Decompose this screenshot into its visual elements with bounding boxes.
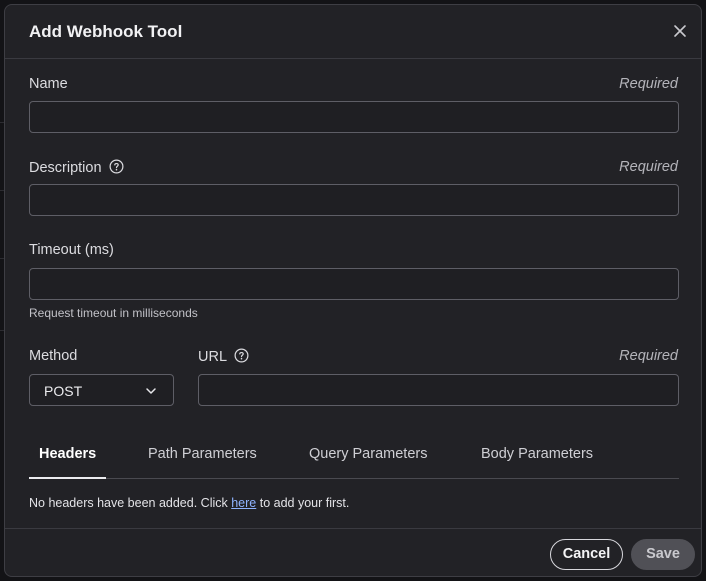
dialog-header: Add Webhook Tool xyxy=(5,5,701,59)
description-input[interactable] xyxy=(29,184,679,216)
url-input[interactable] xyxy=(198,374,679,406)
dialog-title: Add Webhook Tool xyxy=(29,22,183,41)
url-required: Required xyxy=(619,348,678,364)
timeout-label: Timeout (ms) xyxy=(29,242,114,258)
url-label: URL xyxy=(198,349,228,365)
tab-query-parameters[interactable]: Query Parameters xyxy=(309,446,427,462)
headers-empty-text: No headers have been added. Click xyxy=(29,496,232,510)
chevron-down-icon xyxy=(146,388,156,394)
help-circle-icon[interactable] xyxy=(109,159,124,174)
method-select-value: POST xyxy=(44,383,83,399)
active-tab-indicator xyxy=(29,477,106,479)
description-label-group: Description xyxy=(29,159,124,176)
headers-empty-message: No headers have been added. Click here t… xyxy=(29,496,349,510)
help-circle-icon[interactable] xyxy=(234,348,249,363)
headers-empty-text-end: to add your first. xyxy=(256,496,350,510)
close-button[interactable] xyxy=(670,21,690,41)
description-label: Description xyxy=(29,160,102,176)
name-input[interactable] xyxy=(29,101,679,133)
save-button[interactable]: Save xyxy=(631,539,695,570)
tab-body-parameters[interactable]: Body Parameters xyxy=(481,446,593,462)
name-required: Required xyxy=(619,76,678,92)
timeout-hint: Request timeout in milliseconds xyxy=(29,306,198,320)
method-label: Method xyxy=(29,348,78,364)
parameters-tabs: Headers Path Parameters Query Parameters… xyxy=(29,433,679,479)
tab-path-parameters[interactable]: Path Parameters xyxy=(148,446,257,462)
cancel-button[interactable]: Cancel xyxy=(550,539,623,570)
close-icon xyxy=(674,25,686,37)
dialog-footer: Cancel Save xyxy=(5,528,701,578)
description-required: Required xyxy=(619,159,678,175)
url-label-group: URL xyxy=(198,348,249,365)
add-header-link[interactable]: here xyxy=(231,496,256,510)
method-select[interactable]: POST xyxy=(29,374,174,406)
timeout-input[interactable] xyxy=(29,268,679,300)
add-webhook-tool-dialog: Add Webhook Tool Name Required Descripti… xyxy=(4,4,702,577)
tab-headers[interactable]: Headers xyxy=(39,446,96,462)
name-label: Name xyxy=(29,76,68,92)
